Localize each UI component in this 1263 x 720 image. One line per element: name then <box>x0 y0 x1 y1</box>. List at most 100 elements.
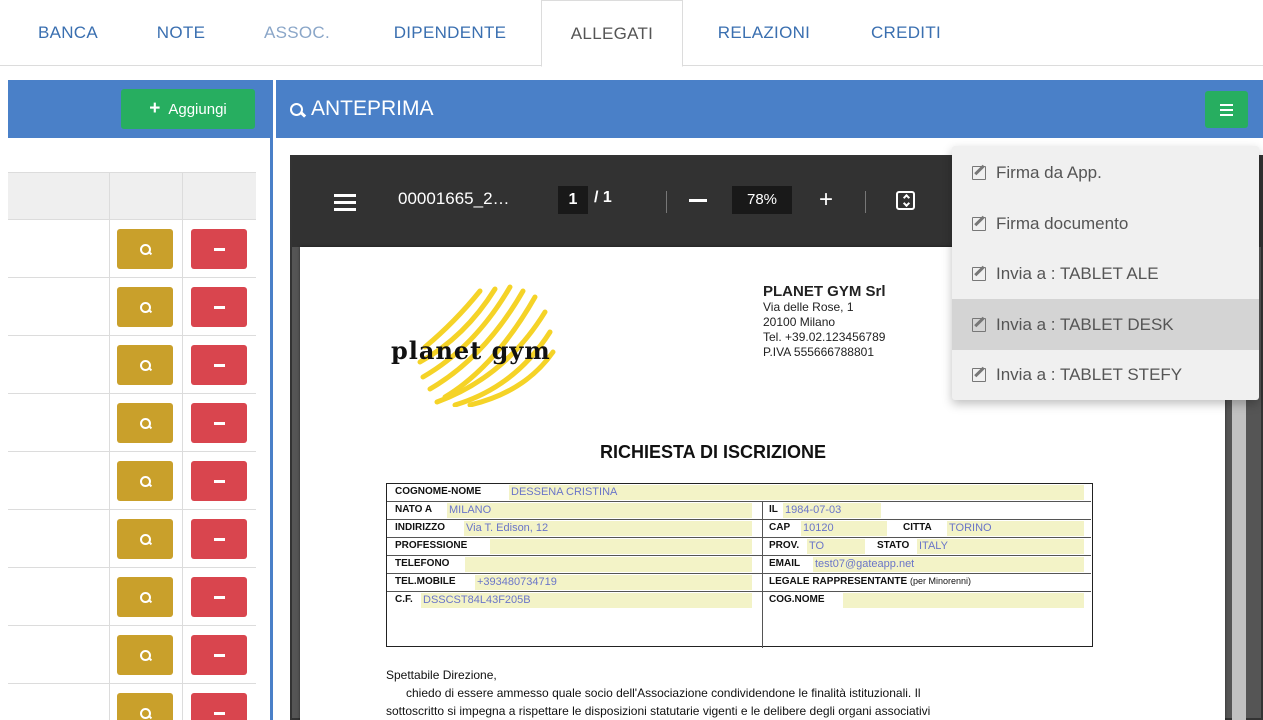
minus-icon <box>213 711 225 715</box>
tab-banca[interactable]: BANCA <box>20 0 116 66</box>
delete-button[interactable] <box>191 693 247 720</box>
view-button[interactable] <box>117 461 173 501</box>
page-total: / 1 <box>594 189 612 206</box>
pdf-filename: 00001665_2… <box>398 189 510 208</box>
view-button[interactable] <box>117 635 173 675</box>
minus-icon <box>213 363 225 367</box>
view-button[interactable] <box>117 577 173 617</box>
column-divider <box>109 452 110 510</box>
edit-icon <box>972 266 986 281</box>
zoom-level-input[interactable]: 78% <box>732 186 792 214</box>
svg-text:planet gym: planet gym <box>391 336 551 365</box>
view-button[interactable] <box>117 403 173 443</box>
tab-crediti[interactable]: CREDITI <box>856 0 956 66</box>
field-label: PROFESSIONE <box>395 540 468 551</box>
zoom-out-icon[interactable] <box>689 199 707 202</box>
search-icon <box>140 708 151 719</box>
column-divider <box>109 510 110 568</box>
salutation: Spettabile Direzione, <box>386 668 497 682</box>
legale-note: (per Minorenni) <box>909 576 971 586</box>
field-value-cog-nome <box>843 593 1084 608</box>
pdf-menu-icon[interactable] <box>334 194 356 211</box>
add-button-label: Aggiungi <box>168 100 227 118</box>
column-divider <box>182 336 183 394</box>
tab-relazioni[interactable]: RELAZIONI <box>696 0 832 66</box>
field-label: CAP <box>769 522 791 533</box>
delete-button[interactable] <box>191 345 247 385</box>
column-divider <box>182 220 183 278</box>
page-number-input[interactable]: 1 <box>558 186 588 214</box>
delete-button[interactable] <box>191 287 247 327</box>
field-label: COG.NOME <box>769 594 825 605</box>
pdf-scrollbar[interactable] <box>1232 400 1246 720</box>
table-row <box>8 220 256 278</box>
company-info: PLANET GYM Srl Via delle Rose, 1 20100 M… <box>763 283 886 360</box>
company-address: Via delle Rose, 1 <box>763 300 854 314</box>
tab-note[interactable]: NOTE <box>140 0 222 66</box>
delete-button[interactable] <box>191 519 247 559</box>
view-button[interactable] <box>117 287 173 327</box>
menu-item-send-tablet-ale[interactable]: Invia a : TABLET ALE <box>952 248 1259 299</box>
actions-menu-button[interactable] <box>1205 91 1248 128</box>
minus-icon <box>213 537 225 541</box>
menu-item-label: Invia a : TABLET ALE <box>996 263 1159 283</box>
delete-button[interactable] <box>191 229 247 269</box>
company-city: 20100 Milano <box>763 315 836 329</box>
column-divider <box>182 452 183 510</box>
tab-dipendente[interactable]: DIPENDENTE <box>374 0 526 66</box>
field-label: CITTA <box>903 522 932 533</box>
table-row <box>8 626 256 684</box>
fit-page-icon[interactable] <box>896 191 915 210</box>
tab-bar: BANCA NOTE ASSOC. DIPENDENTE ALLEGATI RE… <box>0 0 1263 67</box>
minus-icon <box>213 421 225 425</box>
edit-icon <box>972 165 986 180</box>
field-value-nato-a: MILANO <box>447 503 752 518</box>
view-button[interactable] <box>117 229 173 269</box>
search-icon <box>140 534 151 545</box>
search-icon <box>140 418 151 429</box>
form-row: C.F. DSSCST84L43F205B COG.NOME <box>387 592 1091 612</box>
zoom-in-icon[interactable]: + <box>819 186 833 214</box>
actions-dropdown-menu: Firma da App. Firma documento Invia a : … <box>952 146 1259 400</box>
field-value-prov: TO <box>807 539 865 554</box>
minus-icon <box>213 479 225 483</box>
column-divider <box>109 278 110 336</box>
menu-item-sign-document[interactable]: Firma documento <box>952 198 1259 249</box>
field-label: LEGALE RAPPRESENTANTE (per Minorenni) <box>769 576 971 587</box>
view-button[interactable] <box>117 519 173 559</box>
form-row: PROFESSIONE PROV. TO STATO ITALY <box>387 538 1091 556</box>
search-icon <box>140 302 151 313</box>
company-phone: Tel. +39.02.123456789 <box>763 330 886 344</box>
document-title: RICHIESTA DI ISCRIZIONE <box>600 442 827 462</box>
view-button[interactable] <box>117 693 173 720</box>
field-value-stato: ITALY <box>917 539 1084 554</box>
add-attachment-button[interactable]: + Aggiungi <box>121 89 255 129</box>
delete-button[interactable] <box>191 635 247 675</box>
menu-item-send-tablet-stefy[interactable]: Invia a : TABLET STEFY <box>952 349 1259 400</box>
field-value-telmobile: +393480734719 <box>475 575 752 590</box>
menu-item-send-tablet-desk[interactable]: Invia a : TABLET DESK <box>952 299 1259 350</box>
table-row <box>8 278 256 336</box>
field-value-indirizzo: Via T. Edison, 12 <box>464 521 752 536</box>
tab-assoc[interactable]: ASSOC. <box>254 0 340 66</box>
menu-item-sign-app[interactable]: Firma da App. <box>952 147 1259 198</box>
menu-item-label: Firma da App. <box>996 162 1102 182</box>
minus-icon <box>213 305 225 309</box>
view-button[interactable] <box>117 345 173 385</box>
minus-icon <box>213 653 225 657</box>
field-value-email: test07@gateapp.net <box>813 557 1084 572</box>
column-divider <box>182 626 183 684</box>
delete-button[interactable] <box>191 577 247 617</box>
delete-button[interactable] <box>191 403 247 443</box>
table-row <box>8 394 256 452</box>
search-icon <box>140 244 151 255</box>
column-divider <box>182 568 183 626</box>
column-divider <box>109 173 110 221</box>
field-label: COGNOME-NOME <box>395 486 482 497</box>
company-name: PLANET GYM Srl <box>763 283 886 300</box>
edit-icon <box>972 367 986 382</box>
edit-icon <box>972 216 986 231</box>
delete-button[interactable] <box>191 461 247 501</box>
tab-allegati[interactable]: ALLEGATI <box>541 0 683 67</box>
paragraph-line: chiedo di essere ammesso quale socio del… <box>406 686 921 700</box>
